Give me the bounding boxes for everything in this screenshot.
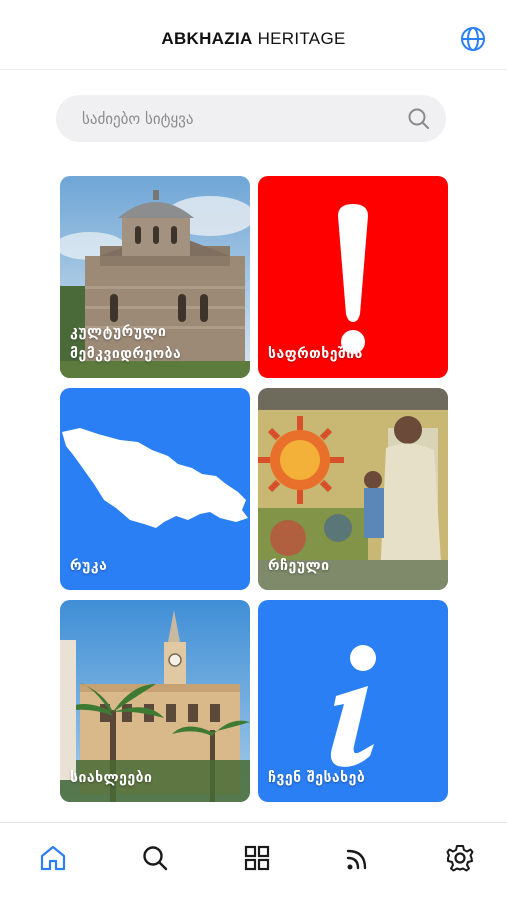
- tile-label: ჩვენ შესახებ: [268, 767, 365, 789]
- tile-label: კულტურული მემკვიდრეობა: [70, 321, 181, 365]
- globe-icon[interactable]: [460, 26, 486, 52]
- search-input[interactable]: [82, 95, 382, 142]
- tile-label-line1: რჩეული: [268, 558, 330, 574]
- app-title-light: HERITAGE: [252, 29, 346, 48]
- tile-map[interactable]: რუკა: [60, 388, 250, 590]
- tile-endangered[interactable]: საფრთხეშია: [258, 176, 448, 378]
- tile-cultural-heritage[interactable]: კულტურული მემკვიდრეობა: [60, 176, 250, 378]
- tile-label: რჩეული: [268, 555, 329, 577]
- search-icon[interactable]: [140, 843, 170, 873]
- tile-label: სიახლეები: [70, 767, 152, 789]
- settings-icon[interactable]: [445, 843, 475, 873]
- tile-featured[interactable]: რჩეული: [258, 388, 448, 590]
- tile-label-line1: კულტურული: [70, 324, 167, 340]
- home-icon[interactable]: [38, 843, 68, 873]
- tile-about-us[interactable]: ჩვენ შესახებ: [258, 600, 448, 802]
- bottom-nav: [0, 822, 507, 900]
- grid-icon[interactable]: [242, 843, 272, 873]
- tile-label: რუკა: [70, 555, 107, 577]
- app-title-bold: ABKHAZIA: [161, 29, 253, 48]
- tile-label-line2: მემკვიდრეობა: [70, 346, 182, 362]
- tile-label: საფრთხეშია: [268, 343, 363, 365]
- app-title: ABKHAZIA HERITAGE: [0, 29, 507, 49]
- rss-icon[interactable]: [343, 843, 373, 873]
- tile-news[interactable]: სიახლეები: [60, 600, 250, 802]
- tile-label-line1: სიახლეები: [70, 770, 153, 786]
- tile-label-line1: საფრთხეშია: [268, 346, 363, 362]
- search-icon[interactable]: [407, 107, 430, 130]
- tile-label-line1: რუკა: [70, 558, 108, 574]
- tile-label-line1: ჩვენ შესახებ: [268, 770, 366, 786]
- search-bar: [56, 95, 446, 142]
- app-header: ABKHAZIA HERITAGE: [0, 0, 507, 70]
